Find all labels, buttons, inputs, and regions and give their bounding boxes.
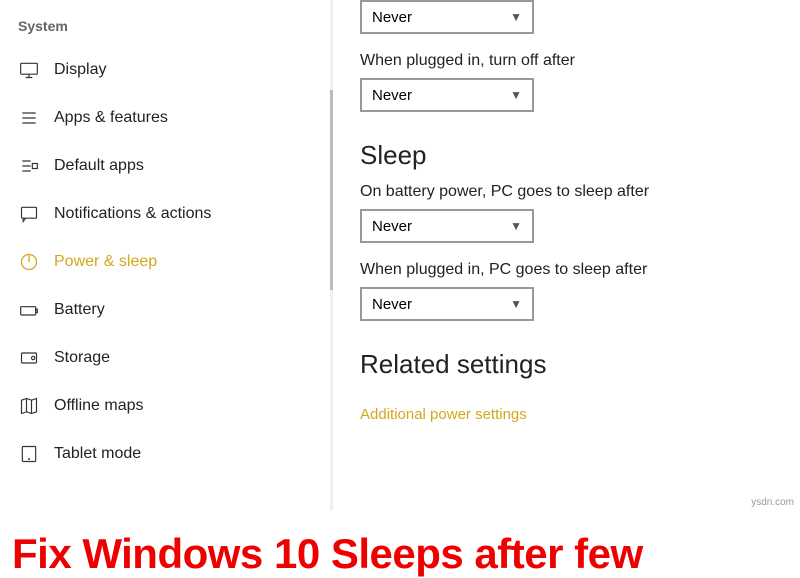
sidebar-item-notifications[interactable]: Notifications & actions xyxy=(0,190,330,238)
sleep-battery-dropdown[interactable]: Never ▼ xyxy=(360,209,534,243)
main-content: Never ▼ When plugged in, turn off after … xyxy=(330,0,800,510)
sidebar-item-label: Power & sleep xyxy=(54,253,157,271)
sidebar-item-apps[interactable]: Apps & features xyxy=(0,94,330,142)
sidebar-item-label: Notifications & actions xyxy=(54,205,211,223)
screen-plugged-label: When plugged in, turn off after xyxy=(360,52,780,70)
sidebar-item-power-sleep[interactable]: Power & sleep xyxy=(0,238,330,286)
sidebar-item-label: Battery xyxy=(54,301,105,319)
sidebar-item-offline-maps[interactable]: Offline maps xyxy=(0,382,330,430)
sleep-plugged-dropdown[interactable]: Never ▼ xyxy=(360,287,534,321)
screen-plugged-dropdown[interactable]: Never ▼ xyxy=(360,78,534,112)
dropdown-value: Never xyxy=(372,218,412,235)
sidebar-item-battery[interactable]: Battery xyxy=(0,286,330,334)
sidebar-item-storage[interactable]: Storage xyxy=(0,334,330,382)
sidebar-item-display[interactable]: Display xyxy=(0,46,330,94)
battery-icon xyxy=(18,299,40,321)
overlay-caption: Fix Windows 10 Sleeps after few xyxy=(12,530,643,578)
tablet-icon xyxy=(18,443,40,465)
chevron-down-icon: ▼ xyxy=(510,297,522,311)
apps-icon xyxy=(18,107,40,129)
scrollbar-thumb[interactable] xyxy=(330,90,333,290)
chevron-down-icon: ▼ xyxy=(510,10,522,24)
sidebar-item-label: Offline maps xyxy=(54,397,144,415)
chevron-down-icon: ▼ xyxy=(510,88,522,102)
display-icon xyxy=(18,59,40,81)
notifications-icon xyxy=(18,203,40,225)
chevron-down-icon: ▼ xyxy=(510,219,522,233)
dropdown-value: Never xyxy=(372,87,412,104)
maps-icon xyxy=(18,395,40,417)
related-settings-heading: Related settings xyxy=(360,349,780,380)
sidebar-item-label: Apps & features xyxy=(54,109,168,127)
default-apps-icon xyxy=(18,155,40,177)
dropdown-value: Never xyxy=(372,296,412,313)
scrollbar[interactable] xyxy=(330,0,333,510)
sidebar-section-title: System xyxy=(0,12,330,46)
sleep-plugged-label: When plugged in, PC goes to sleep after xyxy=(360,261,780,279)
sleep-battery-label: On battery power, PC goes to sleep after xyxy=(360,183,780,201)
storage-icon xyxy=(18,347,40,369)
dropdown-value: Never xyxy=(372,9,412,26)
sidebar-item-label: Default apps xyxy=(54,157,144,175)
screen-battery-dropdown[interactable]: Never ▼ xyxy=(360,0,534,34)
sidebar-item-label: Display xyxy=(54,61,106,79)
watermark: ysdn.com xyxy=(751,497,794,508)
additional-power-settings-link[interactable]: Additional power settings xyxy=(360,406,527,423)
sidebar-item-label: Tablet mode xyxy=(54,445,141,463)
sidebar: System Display Apps & features Default a… xyxy=(0,0,330,510)
sidebar-item-tablet-mode[interactable]: Tablet mode xyxy=(0,430,330,478)
sidebar-item-default-apps[interactable]: Default apps xyxy=(0,142,330,190)
power-icon xyxy=(18,251,40,273)
sleep-heading: Sleep xyxy=(360,140,780,171)
sidebar-item-label: Storage xyxy=(54,349,110,367)
